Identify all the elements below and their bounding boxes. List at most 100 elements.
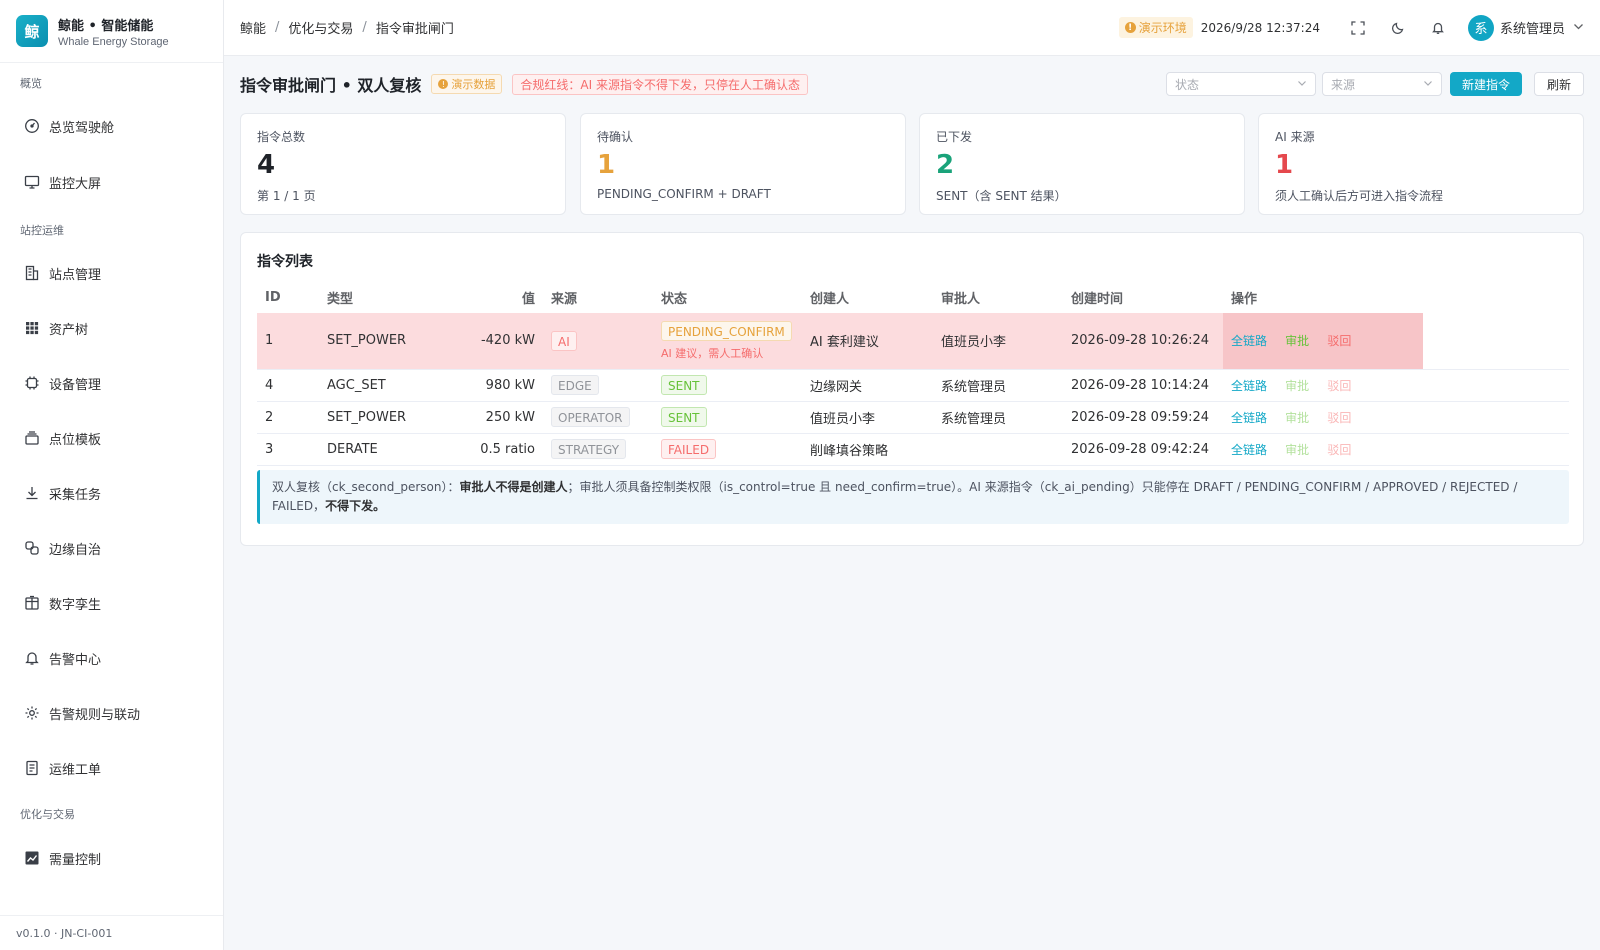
- trace-link[interactable]: 全链路: [1231, 443, 1267, 457]
- download-icon: [24, 485, 40, 501]
- breadcrumb-item[interactable]: 优化与交易: [288, 18, 353, 37]
- source-tag: STRATEGY: [551, 439, 627, 459]
- sidebar-item-label: 总览驾驶舱: [49, 120, 115, 136]
- status-tag: FAILED: [661, 439, 717, 459]
- stat-value: 4: [257, 150, 276, 180]
- page-header: 指令审批闸门 • 双人复核 ! 演示数据 合规红线：AI 来源指令不得下发，只停…: [240, 72, 1584, 96]
- command-list-panel: 指令列表 ID 类型 值 来源 状态 创建人 审批人 创建时间 操作 1 SET…: [240, 232, 1584, 546]
- reject-link: 驳回: [1327, 442, 1352, 457]
- refresh-button[interactable]: 刷新: [1533, 72, 1584, 96]
- approve-link: 审批: [1285, 410, 1310, 425]
- sidebar-item-alarm-rules[interactable]: 告警规则与联动: [0, 693, 223, 733]
- sidebar-item-dashboard[interactable]: 总览驾驶舱: [0, 106, 223, 146]
- breadcrumb: 鲸能 / 优化与交易 / 指令审批闸门: [240, 18, 454, 37]
- fullscreen-icon[interactable]: [1350, 20, 1366, 36]
- table-row[interactable]: 2 SET_POWER 250 kW OPERATOR SENT 值班员小李 系…: [257, 401, 1569, 434]
- table-row[interactable]: 3 DERATE 0.5 ratio STRATEGY FAILED 削峰填谷策…: [257, 433, 1569, 466]
- sidebar-item-alarm-center[interactable]: 告警中心: [0, 638, 223, 678]
- source-tag: OPERATOR: [551, 407, 630, 427]
- stat-sub: SENT（含 SENT 结果）: [936, 189, 1067, 203]
- compliance-tag: 合规红线：AI 来源指令不得下发，只停在人工确认态: [512, 73, 808, 95]
- sidebar-item-work-orders[interactable]: 运维工单: [0, 748, 223, 788]
- cell-created-time: 2026-09-28 09:59:24: [1063, 401, 1223, 434]
- command-table: ID 类型 值 来源 状态 创建人 审批人 创建时间 操作 1 SET_POWE…: [257, 281, 1569, 466]
- sidebar-item-label: 边缘自治: [49, 542, 102, 558]
- sidebar-item-point-templates[interactable]: 点位模板: [0, 418, 223, 458]
- trace-link[interactable]: 全链路: [1231, 379, 1267, 393]
- status-tag: SENT: [661, 407, 707, 427]
- sidebar-item-label: 设备管理: [49, 377, 102, 393]
- sidebar-item-monitor[interactable]: 监控大屏: [0, 162, 223, 202]
- table-header-row: ID 类型 值 来源 状态 创建人 审批人 创建时间 操作: [257, 281, 1569, 313]
- stat-sub: 第 1 / 1 页: [257, 189, 316, 203]
- stat-card-sent: 已下发 2 SENT（含 SENT 结果）: [919, 113, 1245, 215]
- trace-link[interactable]: 全链路: [1231, 411, 1267, 425]
- stat-label: 已下发: [936, 130, 973, 144]
- notification-bell-icon[interactable]: [1430, 20, 1446, 36]
- breadcrumb-item[interactable]: 鲸能: [240, 18, 266, 37]
- top-bar: 鲸能 / 优化与交易 / 指令审批闸门 ! 演示环境 2026/9/28 12:…: [224, 0, 1600, 56]
- avatar: 系: [1467, 14, 1494, 41]
- trace-link[interactable]: 全链路: [1231, 334, 1267, 348]
- cell-type: SET_POWER: [319, 313, 437, 370]
- sidebar-item-label: 采集任务: [49, 487, 102, 503]
- sidebar-item-collection-tasks[interactable]: 采集任务: [0, 473, 223, 513]
- chevron-down-icon: [1573, 21, 1584, 35]
- source-filter-placeholder: 来源: [1330, 77, 1355, 92]
- brand[interactable]: 鲸 鲸能 • 智能储能 Whale Energy Storage: [0, 0, 223, 63]
- source-filter-select[interactable]: 来源: [1321, 72, 1442, 96]
- cell-approver: 系统管理员: [933, 401, 1063, 434]
- table-row[interactable]: 1 SET_POWER -420 kW AI PENDING_CONFIRM A…: [257, 313, 1569, 370]
- grid-icon: [24, 320, 40, 336]
- table-row[interactable]: 4 AGC_SET 980 kW EDGE SENT 边缘网关 系统管理员 20…: [257, 369, 1569, 402]
- cell-value: 980 kW: [437, 369, 543, 402]
- sidebar-item-label: 需量控制: [49, 852, 102, 868]
- cell-created-time: 2026-09-28 10:14:24: [1063, 369, 1223, 402]
- cell-value: 250 kW: [437, 401, 543, 434]
- gauge-icon: [24, 118, 40, 134]
- sidebar-item-sites[interactable]: 站点管理: [0, 253, 223, 293]
- chevron-down-icon: [1423, 78, 1433, 91]
- status-filter-placeholder: 状态: [1174, 77, 1199, 92]
- dark-mode-icon[interactable]: [1390, 20, 1406, 36]
- sidebar-item-demand-control[interactable]: 需量控制: [0, 838, 223, 878]
- stat-sub: 须人工确认后方可进入指令流程: [1275, 189, 1444, 203]
- sidebar-item-digital-twin[interactable]: 数字孪生: [0, 583, 223, 623]
- stat-value: 1: [597, 150, 616, 180]
- cell-id: 4: [257, 369, 319, 402]
- sidebar-item-label: 资产树: [49, 322, 89, 338]
- gear-icon: [24, 705, 40, 721]
- approve-link: 审批: [1285, 378, 1310, 393]
- source-tag: AI: [551, 330, 577, 351]
- status-filter-select[interactable]: 状态: [1165, 72, 1316, 96]
- cell-creator: AI 套利建议: [802, 313, 933, 370]
- approve-link[interactable]: 审批: [1285, 334, 1309, 348]
- bell-icon: [24, 650, 40, 666]
- stat-label: 指令总数: [257, 130, 306, 144]
- sidebar-item-label: 运维工单: [49, 762, 102, 778]
- column-header: 来源: [551, 291, 578, 307]
- cell-id: 2: [257, 401, 319, 434]
- user-menu[interactable]: 系 系统管理员: [1467, 14, 1584, 41]
- env-badge-label: 演示环境: [1138, 21, 1187, 35]
- nav-section-optimization: 优化与交易: [20, 808, 75, 821]
- brand-name: 鲸能 • 智能储能: [58, 18, 154, 34]
- sidebar-item-edge-autonomy[interactable]: 边缘自治: [0, 528, 223, 568]
- sidebar-item-label: 点位模板: [49, 432, 102, 448]
- reject-link[interactable]: 驳回: [1327, 334, 1351, 348]
- rules-note: 双人复核（ck_second_person）：审批人不得是创建人；审批人须具备控…: [257, 470, 1569, 524]
- cell-id: 3: [257, 433, 319, 466]
- sidebar-item-devices[interactable]: 设备管理: [0, 363, 223, 403]
- sidebar-item-asset-tree[interactable]: 资产树: [0, 308, 223, 348]
- sidebar-item-label: 告警规则与联动: [49, 707, 141, 723]
- clock: 2026/9/28 12:37:24: [1200, 20, 1320, 35]
- stat-label: 待确认: [597, 130, 634, 144]
- new-command-button[interactable]: 新建指令: [1449, 72, 1522, 96]
- panel-title: 指令列表: [257, 254, 313, 270]
- status-note: AI 建议，需人工确认: [661, 346, 764, 360]
- stat-sub: PENDING_CONFIRM + DRAFT: [597, 187, 771, 201]
- cell-type: AGC_SET: [319, 369, 437, 402]
- info-icon: !: [1124, 22, 1136, 33]
- status-tag: SENT: [661, 375, 707, 395]
- stat-value: 1: [1275, 150, 1294, 180]
